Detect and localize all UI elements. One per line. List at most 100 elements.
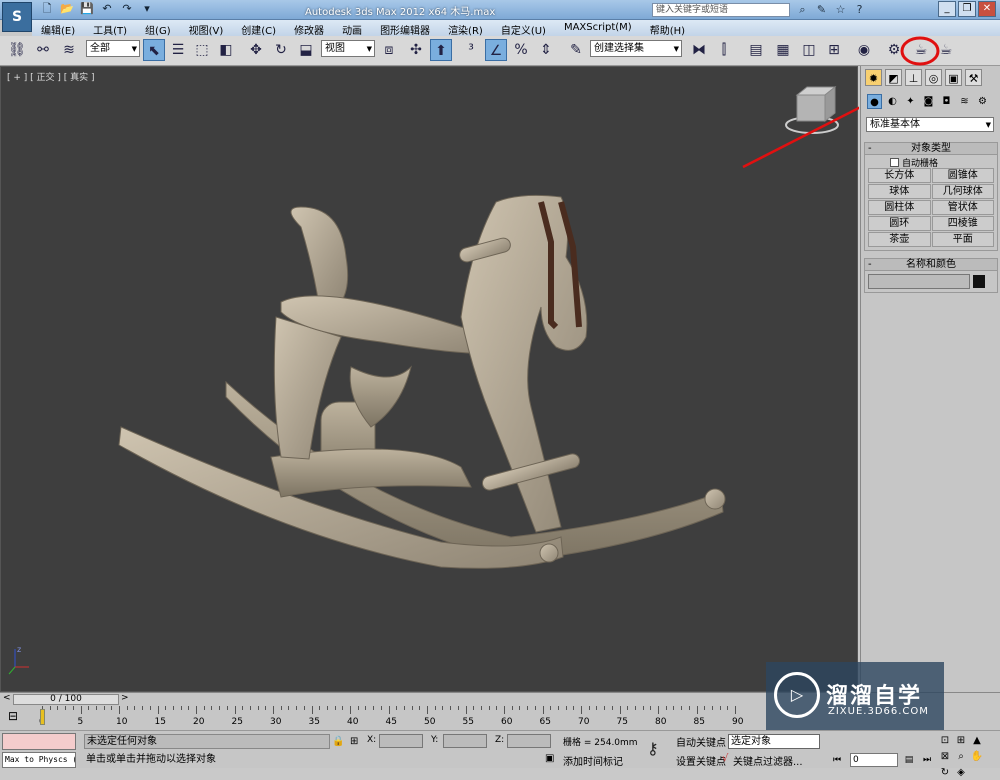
absolute-offset-icon[interactable]: ⊞ bbox=[350, 736, 358, 747]
menu-group[interactable]: 组(G) bbox=[136, 20, 180, 37]
menu-help[interactable]: 帮助(H) bbox=[641, 20, 694, 37]
quick-access-menu-icon[interactable]: ▾ bbox=[140, 2, 154, 16]
systems-icon[interactable]: ⚙ bbox=[975, 94, 990, 109]
geometry-icon[interactable]: ● bbox=[867, 94, 882, 109]
tools-icon[interactable]: ✎ bbox=[814, 2, 829, 17]
rectangular-selection-icon[interactable]: ⬚ bbox=[191, 39, 213, 61]
x-coordinate-field[interactable] bbox=[379, 734, 423, 748]
plane-button[interactable]: 平面 bbox=[931, 232, 994, 247]
current-frame-field[interactable]: 0 bbox=[850, 753, 898, 767]
box-button[interactable]: 长方体 bbox=[868, 168, 931, 183]
3ds-max-logo-icon[interactable]: S bbox=[2, 2, 32, 32]
menu-graph-editors[interactable]: 图形编辑器 bbox=[371, 20, 439, 37]
move-icon[interactable]: ✥ bbox=[245, 39, 267, 61]
select-object-icon[interactable]: ⬉ bbox=[143, 39, 165, 61]
frame-ruler[interactable]: 051015202530354045505560657075808590 bbox=[38, 706, 760, 728]
geosphere-button[interactable]: 几何球体 bbox=[931, 184, 994, 199]
time-config-icon[interactable]: ▤ bbox=[900, 753, 918, 767]
pivot-center-icon[interactable]: ⧈ bbox=[378, 39, 400, 61]
walkthrough-icon[interactable]: ◈ bbox=[954, 766, 968, 780]
menu-customize[interactable]: 自定义(U) bbox=[492, 20, 555, 37]
restore-button[interactable]: ❐ bbox=[958, 1, 976, 17]
rocking-horse-model[interactable]: z bbox=[1, 67, 859, 693]
name-color-rollout-header[interactable]: - 名称和颜色 bbox=[865, 259, 997, 271]
close-button[interactable]: ✕ bbox=[978, 1, 996, 17]
key-filter-icon[interactable]: √ bbox=[722, 753, 728, 764]
prev-frame-icon[interactable]: < bbox=[3, 693, 11, 703]
set-key-button[interactable]: 设置关键点 bbox=[676, 753, 726, 768]
menu-create[interactable]: 创建(C) bbox=[232, 20, 285, 37]
zoom-extents-icon[interactable]: ⊡ bbox=[938, 734, 952, 748]
create-tab-icon[interactable]: ✹ bbox=[865, 69, 882, 86]
time-tag-icon[interactable]: ▣ bbox=[545, 753, 554, 764]
help-icon[interactable]: ? bbox=[852, 2, 867, 17]
menu-modifiers[interactable]: 修改器 bbox=[285, 20, 333, 37]
key-filters-button[interactable]: 关键点过滤器... bbox=[733, 753, 821, 768]
cameras-icon[interactable]: ◙ bbox=[921, 94, 936, 109]
motion-tab-icon[interactable]: ◎ bbox=[925, 69, 942, 86]
binoculars-icon[interactable]: ⌕ bbox=[795, 2, 810, 17]
cone-button[interactable]: 圆锥体 bbox=[931, 168, 994, 183]
current-frame-marker[interactable] bbox=[40, 709, 45, 725]
reference-coordinate-dropdown[interactable]: 视图 bbox=[321, 40, 375, 57]
autogrid-checkbox[interactable]: 自动栅格 bbox=[865, 155, 997, 169]
pan-icon[interactable]: ✋ bbox=[970, 750, 984, 764]
next-frame-icon[interactable]: > bbox=[121, 693, 129, 703]
schematic-view-icon[interactable]: ⊞ bbox=[823, 39, 845, 61]
mirror-icon[interactable]: ⧓ bbox=[688, 39, 710, 61]
new-file-icon[interactable]: 🗋 bbox=[40, 2, 54, 16]
y-coordinate-field[interactable] bbox=[443, 734, 487, 748]
torus-button[interactable]: 圆环 bbox=[868, 216, 931, 231]
rotate-icon[interactable]: ↻ bbox=[270, 39, 292, 61]
lights-icon[interactable]: ✦ bbox=[903, 94, 918, 109]
perspective-viewport[interactable]: [ + ] [ 正交 ] [ 真实 ] z bbox=[0, 66, 859, 693]
mini-curve-editor-icon[interactable]: ⊟ bbox=[8, 709, 18, 723]
pyramid-button[interactable]: 四棱锥 bbox=[931, 216, 994, 231]
cylinder-button[interactable]: 圆柱体 bbox=[868, 200, 931, 215]
maximize-viewport-icon[interactable]: ⊠ bbox=[938, 750, 952, 764]
auto-key-button[interactable]: 自动关键点 bbox=[676, 734, 726, 749]
maxscript-output[interactable]: Max to Physcs ( bbox=[2, 752, 76, 768]
menu-maxscript[interactable]: MAXScript(M) bbox=[555, 20, 641, 36]
curve-editor-icon[interactable]: ◫ bbox=[798, 39, 820, 61]
align-icon[interactable]: ⫿ bbox=[713, 39, 735, 61]
object-type-rollout-header[interactable]: - 对象类型 bbox=[865, 143, 997, 155]
menu-views[interactable]: 视图(V) bbox=[180, 20, 233, 37]
z-coordinate-field[interactable] bbox=[507, 734, 551, 748]
named-selection-set-dropdown[interactable]: 创建选择集 bbox=[590, 40, 682, 57]
star-icon[interactable]: ☆ bbox=[833, 2, 848, 17]
menu-animation[interactable]: 动画 bbox=[333, 20, 371, 37]
snaps-toggle-icon[interactable]: ³ bbox=[460, 39, 482, 61]
save-icon[interactable]: 💾 bbox=[80, 2, 94, 16]
menu-rendering[interactable]: 渲染(R) bbox=[439, 20, 492, 37]
object-name-field[interactable] bbox=[868, 274, 970, 289]
lock-selection-icon[interactable]: 🔒 bbox=[332, 736, 344, 747]
tube-button[interactable]: 管状体 bbox=[931, 200, 994, 215]
angle-snap-icon[interactable]: ∠ bbox=[485, 39, 507, 61]
open-file-icon[interactable]: 📂 bbox=[60, 2, 74, 16]
go-to-start-icon[interactable]: ⏮ bbox=[828, 753, 846, 767]
minimize-button[interactable]: _ bbox=[938, 1, 956, 17]
redo-icon[interactable]: ↷ bbox=[120, 2, 134, 16]
percent-snap-icon[interactable]: % bbox=[510, 39, 532, 61]
zoom-all-icon[interactable]: ⊞ bbox=[954, 734, 968, 748]
selection-filter-dropdown[interactable]: 全部 bbox=[86, 40, 140, 57]
zoom-icon[interactable]: ⌕ bbox=[954, 750, 968, 764]
unlink-icon[interactable]: ⚯ bbox=[32, 39, 54, 61]
window-crossing-icon[interactable]: ◧ bbox=[215, 39, 237, 61]
object-color-swatch[interactable] bbox=[973, 275, 985, 288]
display-tab-icon[interactable]: ▣ bbox=[945, 69, 962, 86]
set-key-icon[interactable]: ⚷ bbox=[647, 739, 659, 758]
search-input[interactable]: 键入关键字或短语 bbox=[652, 3, 790, 17]
keyboard-shortcut-override-icon[interactable]: ⬆ bbox=[430, 39, 452, 61]
time-slider[interactable]: 0 / 100 bbox=[13, 694, 119, 705]
link-icon[interactable]: ⛓ bbox=[6, 39, 28, 61]
layer-manager-icon[interactable]: ▤ bbox=[745, 39, 767, 61]
maxscript-listener-input[interactable] bbox=[2, 733, 76, 750]
object-category-dropdown[interactable]: 标准基本体 bbox=[866, 117, 994, 132]
helpers-icon[interactable]: ◘ bbox=[939, 94, 954, 109]
menu-edit[interactable]: 编辑(E) bbox=[32, 20, 84, 37]
edit-named-selection-icon[interactable]: ✎ bbox=[565, 39, 587, 61]
next-key-icon[interactable]: ⏭ bbox=[918, 753, 936, 767]
shapes-icon[interactable]: ◐ bbox=[885, 94, 900, 109]
